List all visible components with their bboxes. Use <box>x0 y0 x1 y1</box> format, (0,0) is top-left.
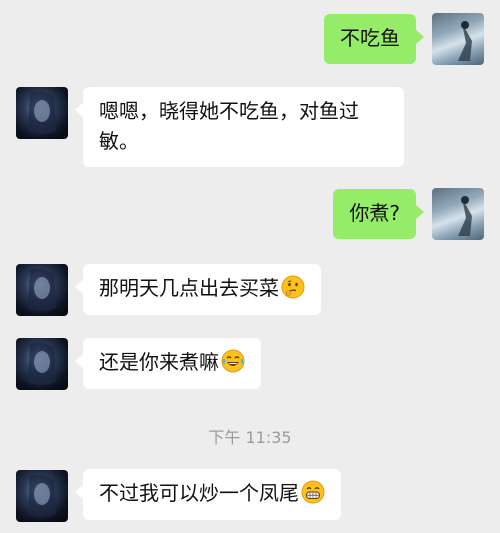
message-bubble-self[interactable]: 不吃鱼 <box>324 14 424 64</box>
message-text: 不吃鱼 <box>340 26 400 50</box>
grinning-face-icon <box>301 480 325 504</box>
message-bubble-other[interactable]: 那明天几点出去买菜 <box>75 264 321 315</box>
avatar-image-icon <box>28 268 56 311</box>
message-bubble-other[interactable]: 不过我可以炒一个凤尾 <box>75 469 341 520</box>
message-text: 你煮? <box>349 201 400 225</box>
message-text: 还是你来煮嘛 <box>99 350 219 374</box>
self-avatar[interactable] <box>432 13 484 65</box>
contact-avatar[interactable] <box>16 264 68 316</box>
avatar-image-icon <box>28 342 56 385</box>
message-text: 那明天几点出去买菜 <box>99 276 279 300</box>
contact-avatar[interactable] <box>16 470 68 522</box>
thinking-face-icon <box>281 275 305 299</box>
tears-of-joy-icon <box>221 349 245 373</box>
message-text: 嗯嗯，晓得她不吃鱼，对鱼过敏。 <box>99 99 359 153</box>
message-bubble-other[interactable]: 还是你来煮嘛 <box>75 338 261 389</box>
contact-avatar[interactable] <box>16 338 68 390</box>
message-text: 不过我可以炒一个凤尾 <box>99 481 299 505</box>
avatar-image-icon <box>458 21 472 61</box>
contact-avatar[interactable] <box>16 87 68 139</box>
message-bubble-self[interactable]: 你煮? <box>333 189 424 239</box>
timestamp: 下午 11:35 <box>208 428 292 447</box>
message-bubble-other[interactable]: 嗯嗯，晓得她不吃鱼，对鱼过敏。 <box>75 87 404 167</box>
avatar-image-icon <box>458 196 472 236</box>
avatar-image-icon <box>28 91 56 134</box>
chat-window: 不吃鱼 嗯嗯，晓得她不吃鱼，对鱼过敏。 你煮? 那明天几点出去买菜 还是你来煮嘛… <box>0 0 500 533</box>
avatar-image-icon <box>28 474 56 517</box>
self-avatar[interactable] <box>432 188 484 240</box>
